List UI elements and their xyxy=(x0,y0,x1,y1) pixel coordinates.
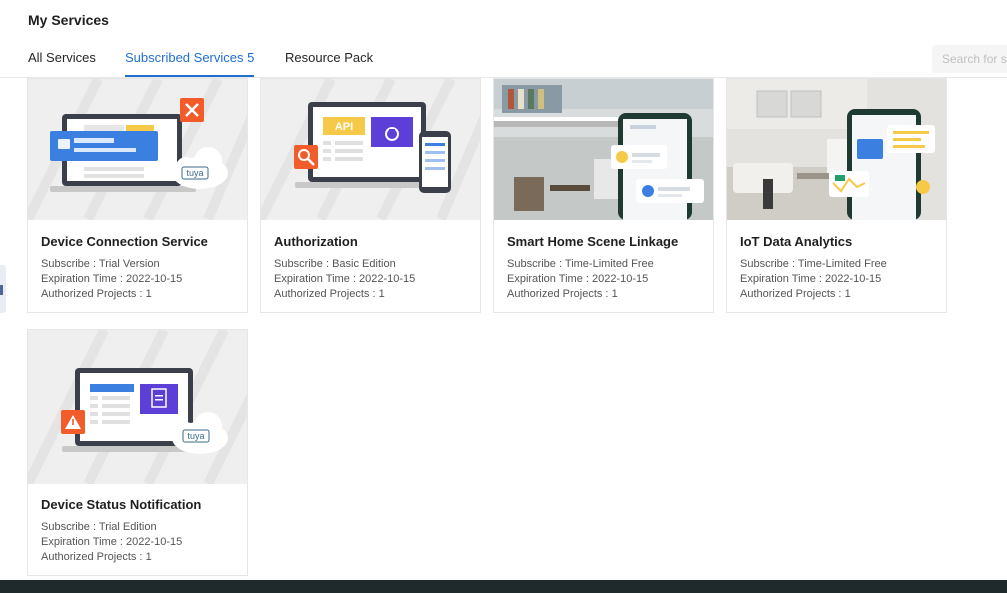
card-illustration xyxy=(494,79,713,220)
service-card-smart-home-scene[interactable]: Smart Home Scene Linkage Subscribe : Tim… xyxy=(493,78,714,313)
expiration-line: Expiration Time : 2022-10-15 xyxy=(740,273,882,285)
service-card-device-status-notification[interactable]: tuya Device Status Notification Subscrib… xyxy=(27,329,248,576)
service-card-device-connection[interactable]: tuya Device Connection Service Subscribe… xyxy=(27,78,248,313)
tab-subscribed-services[interactable]: Subscribed Services 5 xyxy=(125,50,255,77)
search-input[interactable] xyxy=(932,45,1007,73)
projects-line: Authorized Projects : 1 xyxy=(41,551,152,563)
projects-line: Authorized Projects : 1 xyxy=(41,288,152,300)
subscribe-line: Subscribe : Trial Edition xyxy=(41,521,157,533)
card-title: Device Status Notification xyxy=(41,497,202,512)
card-illustration: API xyxy=(261,79,480,220)
page-title: My Services xyxy=(28,12,109,28)
api-label: API xyxy=(335,121,353,133)
projects-line: Authorized Projects : 1 xyxy=(274,288,385,300)
tab-resource-pack[interactable]: Resource Pack xyxy=(285,50,373,65)
sidebar-collapse-handle[interactable] xyxy=(0,265,6,313)
card-title: Smart Home Scene Linkage xyxy=(507,234,679,249)
subscribe-line: Subscribe : Time-Limited Free xyxy=(740,258,887,270)
card-title: IoT Data Analytics xyxy=(740,234,853,249)
projects-line: Authorized Projects : 1 xyxy=(507,288,618,300)
expiration-line: Expiration Time : 2022-10-15 xyxy=(507,273,649,285)
tuya-logo: tuya xyxy=(187,431,204,441)
service-card-iot-data-analytics[interactable]: IoT Data Analytics Subscribe : Time-Limi… xyxy=(726,78,947,313)
subscribe-line: Subscribe : Time-Limited Free xyxy=(507,258,654,270)
projects-line: Authorized Projects : 1 xyxy=(740,288,851,300)
expiration-line: Expiration Time : 2022-10-15 xyxy=(274,273,416,285)
card-illustration: tuya xyxy=(28,79,247,220)
expiration-line: Expiration Time : 2022-10-15 xyxy=(41,536,183,548)
tuya-logo: tuya xyxy=(186,168,203,178)
card-title: Authorization xyxy=(274,234,358,249)
expiration-line: Expiration Time : 2022-10-15 xyxy=(41,273,183,285)
tab-all-services[interactable]: All Services xyxy=(28,50,96,65)
card-illustration: tuya xyxy=(28,330,247,484)
subscribe-line: Subscribe : Trial Version xyxy=(41,258,160,270)
subscribe-line: Subscribe : Basic Edition xyxy=(274,258,396,270)
service-card-authorization[interactable]: API Authorization Subscribe : Basic Edit… xyxy=(260,78,481,313)
card-illustration xyxy=(727,79,946,220)
taskbar-strip xyxy=(0,580,1007,593)
card-title: Device Connection Service xyxy=(41,234,208,249)
